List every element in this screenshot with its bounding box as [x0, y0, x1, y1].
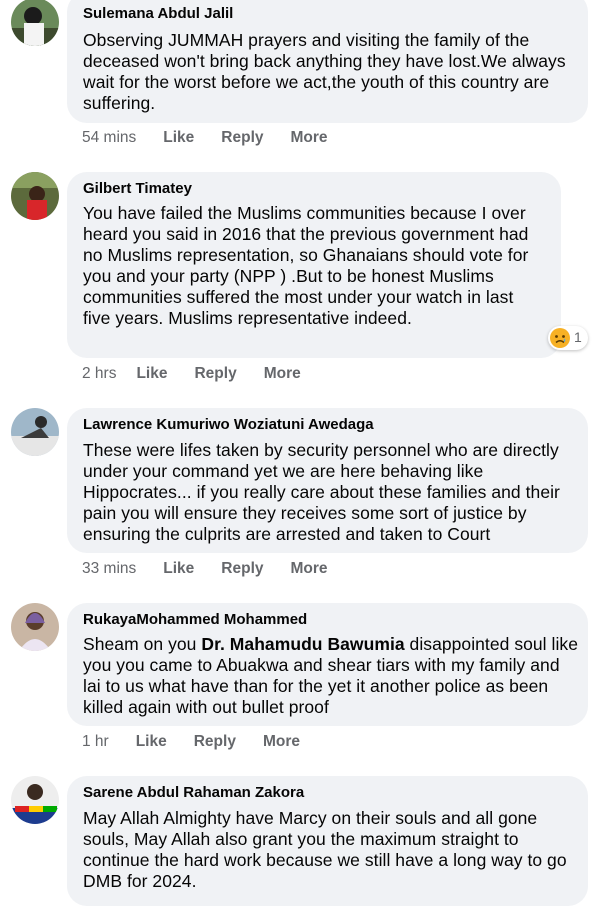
- comment-timestamp[interactable]: 33 mins: [82, 560, 136, 578]
- reply-button[interactable]: Reply: [221, 129, 263, 146]
- more-button[interactable]: More: [263, 733, 300, 750]
- like-button[interactable]: Like: [136, 365, 167, 382]
- sad-face-icon: [550, 328, 570, 348]
- mention-link[interactable]: Dr. Mahamudu Bawumia: [201, 634, 404, 654]
- more-button[interactable]: More: [291, 129, 328, 146]
- comment-author[interactable]: Lawrence Kumuriwo Woziatuni Awedaga: [83, 416, 374, 433]
- comment-timestamp[interactable]: 54 mins: [82, 129, 136, 147]
- comment-bubble: Gilbert Timatey You have failed the Musl…: [67, 172, 561, 358]
- comment-author[interactable]: Gilbert Timatey: [83, 180, 192, 197]
- avatar[interactable]: [11, 172, 59, 220]
- comment-text: You have failed the Muslims communities …: [83, 203, 529, 328]
- avatar[interactable]: [11, 603, 59, 651]
- reply-button[interactable]: Reply: [221, 560, 263, 577]
- comment-actions: 54 mins Like Reply More: [82, 129, 328, 147]
- more-button[interactable]: More: [264, 365, 301, 382]
- reaction-count: 1: [574, 329, 582, 345]
- comment-bubble: Lawrence Kumuriwo Woziatuni Awedaga Thes…: [67, 408, 588, 553]
- like-button[interactable]: Like: [136, 733, 167, 750]
- reply-button[interactable]: Reply: [194, 733, 236, 750]
- comment-actions: 2 hrs Like Reply More: [82, 365, 301, 383]
- comment-bubble: Sulemana Abdul Jalil Observing JUMMAH pr…: [67, 0, 588, 123]
- avatar[interactable]: [11, 776, 59, 824]
- reaction-badge[interactable]: 1: [548, 326, 588, 350]
- comment-author[interactable]: Sulemana Abdul Jalil: [83, 5, 233, 22]
- comment-timestamp[interactable]: 2 hrs: [82, 365, 116, 383]
- more-button[interactable]: More: [291, 560, 328, 577]
- comment-author[interactable]: RukayaMohammed Mohammed: [83, 611, 307, 628]
- comment-actions: 33 mins Like Reply More: [82, 560, 328, 578]
- like-button[interactable]: Like: [163, 129, 194, 146]
- comment-text-start: Sheam on you: [83, 634, 202, 654]
- like-button[interactable]: Like: [163, 560, 194, 577]
- comment-text: Observing JUMMAH prayers and visiting th…: [83, 30, 566, 113]
- comment-actions: 1 hr Like Reply More: [82, 733, 300, 751]
- avatar[interactable]: [11, 0, 59, 46]
- comment-bubble: RukayaMohammed Mohammed Sheam on you Dr.…: [67, 603, 588, 726]
- comment-text: Sheam on you Dr. Mahamudu Bawumia disapp…: [83, 634, 578, 718]
- comment-author[interactable]: Sarene Abdul Rahaman Zakora: [83, 784, 304, 801]
- comment-text: May Allah Almighty have Marcy on their s…: [83, 808, 567, 891]
- comment-text: These were lifes taken by security perso…: [83, 440, 560, 544]
- avatar[interactable]: [11, 408, 59, 456]
- comment-bubble: Sarene Abdul Rahaman Zakora May Allah Al…: [67, 776, 588, 906]
- reply-button[interactable]: Reply: [194, 365, 236, 382]
- comment-timestamp[interactable]: 1 hr: [82, 733, 109, 751]
